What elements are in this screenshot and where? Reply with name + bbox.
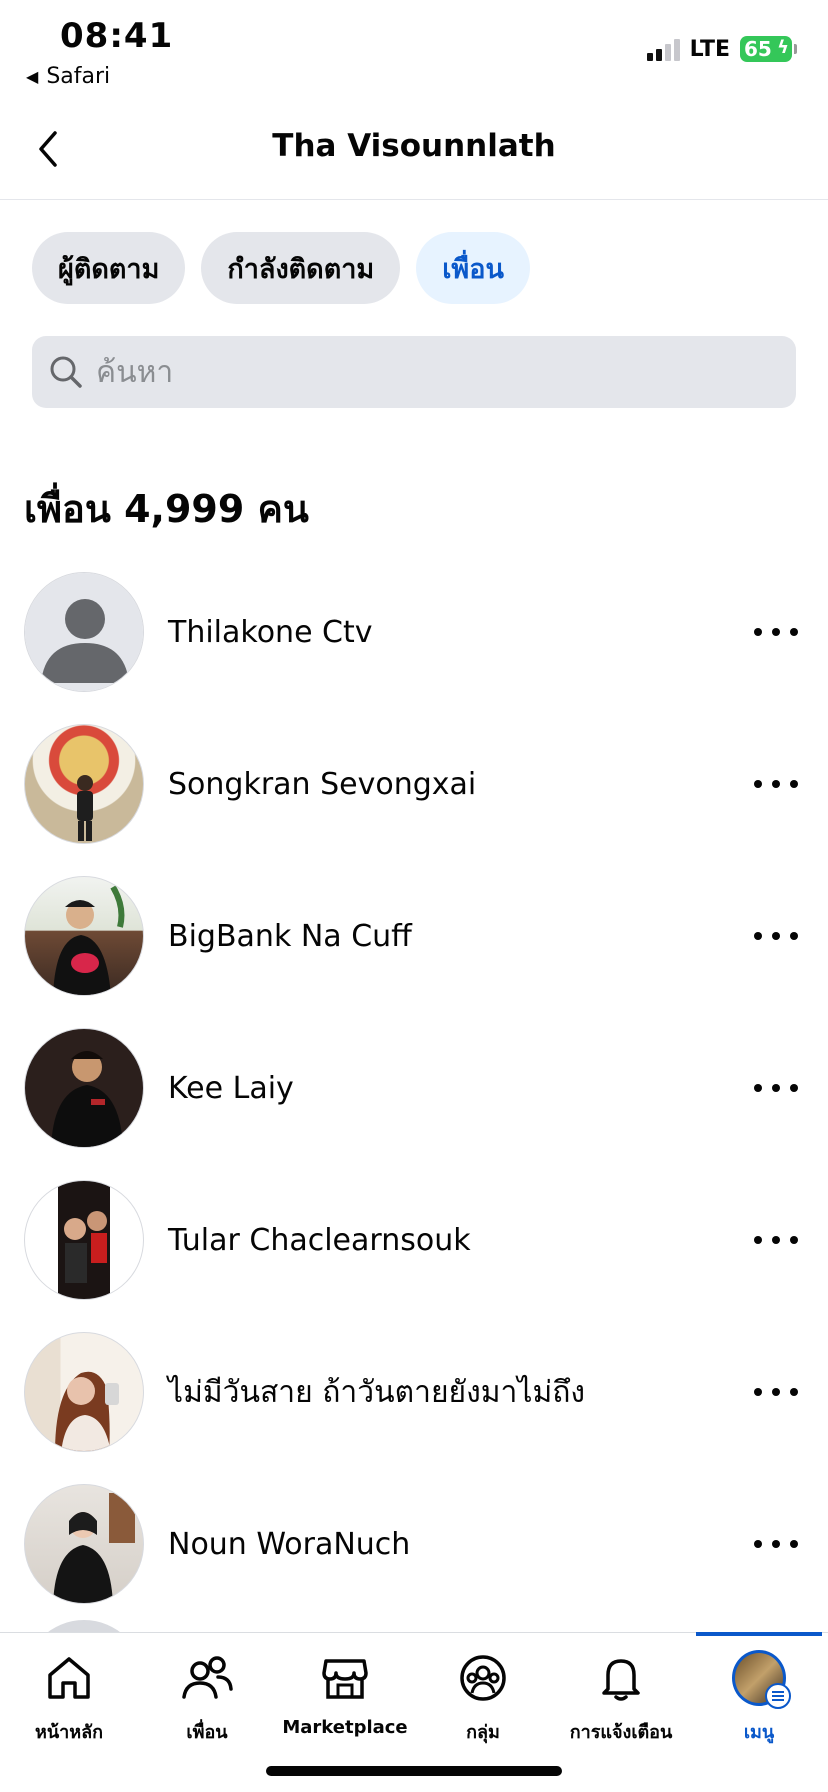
more-options-button[interactable] — [754, 769, 798, 799]
home-indicator — [266, 1766, 562, 1776]
page-title: Tha Visounnlath — [272, 128, 556, 164]
avatar[interactable] — [24, 1028, 144, 1148]
list-item[interactable]: Tular Chaclearnsouk — [0, 1164, 828, 1316]
back-app-label: Safari — [46, 64, 111, 89]
list-item[interactable]: Noun WoraNuch — [0, 1468, 828, 1620]
more-options-button[interactable] — [754, 617, 798, 647]
menu-avatar-icon — [732, 1650, 791, 1709]
nav-label: การแจ้งเตือน — [569, 1722, 673, 1743]
person-photo-icon — [55, 1371, 119, 1451]
battery-icon: 65 ϟ — [740, 36, 797, 62]
friend-name[interactable]: ไม่มีวันสาย ถ้าวันตายยังมาไม่ถึง — [168, 1369, 585, 1416]
nav-notifications[interactable]: การแจ้งเตือน — [552, 1651, 690, 1761]
status-bar: 08:41 ◀ Safari LTE 65 ϟ — [0, 0, 828, 100]
friend-count-heading: เพื่อน 4,999 คน — [24, 487, 309, 531]
friend-name[interactable]: Songkran Sevongxai — [168, 767, 476, 802]
menu-icon — [765, 1683, 791, 1709]
network-label: LTE — [689, 36, 730, 62]
tab-friends[interactable]: เพื่อน — [416, 232, 530, 304]
signal-icon — [646, 37, 680, 61]
bell-icon — [594, 1651, 648, 1705]
friend-list: Thilakone Ctv Songkran Sevongxai BigBank… — [0, 556, 828, 1620]
nav-groups[interactable]: กลุ่ม — [414, 1651, 552, 1761]
avatar[interactable] — [24, 1332, 144, 1452]
charging-icon: ϟ — [777, 37, 789, 58]
more-options-button[interactable] — [754, 921, 798, 951]
person-photo-icon — [53, 885, 125, 995]
friend-name[interactable]: Noun WoraNuch — [168, 1527, 410, 1562]
more-options-button[interactable] — [754, 1529, 798, 1559]
nav-label: Marketplace — [282, 1717, 408, 1738]
avatar[interactable] — [24, 876, 144, 996]
avatar[interactable] — [24, 724, 144, 844]
filter-tabs: ผู้ติดตาม กำลังติดตาม เพื่อน — [32, 232, 530, 304]
back-triangle-icon: ◀ — [26, 67, 39, 86]
search-icon — [50, 356, 82, 388]
back-to-safari[interactable]: ◀ Safari — [26, 64, 110, 89]
more-options-button[interactable] — [754, 1225, 798, 1255]
friend-name[interactable]: Thilakone Ctv — [168, 615, 373, 650]
list-item[interactable]: Thilakone Ctv — [0, 556, 828, 708]
person-photo-icon — [77, 775, 93, 841]
person-photo-icon — [64, 1211, 107, 1283]
battery-level: 65 — [744, 37, 772, 61]
groups-icon — [456, 1651, 510, 1705]
list-item[interactable]: Kee Laiy — [0, 1012, 828, 1164]
avatar — [732, 1650, 791, 1709]
friends-icon — [180, 1651, 234, 1705]
avatar[interactable] — [24, 572, 144, 692]
avatar[interactable] — [24, 1180, 144, 1300]
search-input[interactable] — [96, 354, 746, 390]
more-options-button[interactable] — [754, 1377, 798, 1407]
search-bar[interactable] — [32, 336, 796, 408]
nav-marketplace[interactable]: Marketplace — [276, 1651, 414, 1761]
page-header: Tha Visounnlath — [0, 100, 828, 200]
status-indicators: LTE 65 ϟ — [646, 36, 797, 62]
status-time: 08:41 — [60, 16, 174, 56]
nav-label: กลุ่ม — [466, 1722, 500, 1743]
list-item[interactable]: Songkran Sevongxai — [0, 708, 828, 860]
friend-name[interactable]: Kee Laiy — [168, 1071, 294, 1106]
list-item[interactable]: ไม่มีวันสาย ถ้าวันตายยังมาไม่ถึง — [0, 1316, 828, 1468]
friend-name[interactable]: Tular Chaclearnsouk — [168, 1223, 471, 1258]
list-item[interactable]: BigBank Na Cuff — [0, 860, 828, 1012]
friend-name[interactable]: BigBank Na Cuff — [168, 919, 412, 954]
nav-label: เพื่อน — [186, 1722, 228, 1743]
nav-label: เมนู — [743, 1722, 775, 1743]
nav-friends[interactable]: เพื่อน — [138, 1651, 276, 1761]
default-avatar-icon — [25, 573, 143, 691]
tab-following[interactable]: กำลังติดตาม — [201, 232, 401, 304]
nav-home[interactable]: หน้าหลัก — [0, 1651, 138, 1761]
tab-followers[interactable]: ผู้ติดตาม — [32, 232, 186, 304]
home-icon — [42, 1651, 96, 1705]
person-photo-icon — [53, 1493, 135, 1603]
more-options-button[interactable] — [754, 1073, 798, 1103]
nav-menu[interactable]: เมนู — [690, 1650, 828, 1761]
avatar[interactable] — [24, 1484, 144, 1604]
person-photo-icon — [51, 1051, 123, 1147]
marketplace-icon — [318, 1651, 372, 1705]
nav-label: หน้าหลัก — [34, 1722, 104, 1743]
active-tab-indicator — [696, 1632, 822, 1636]
